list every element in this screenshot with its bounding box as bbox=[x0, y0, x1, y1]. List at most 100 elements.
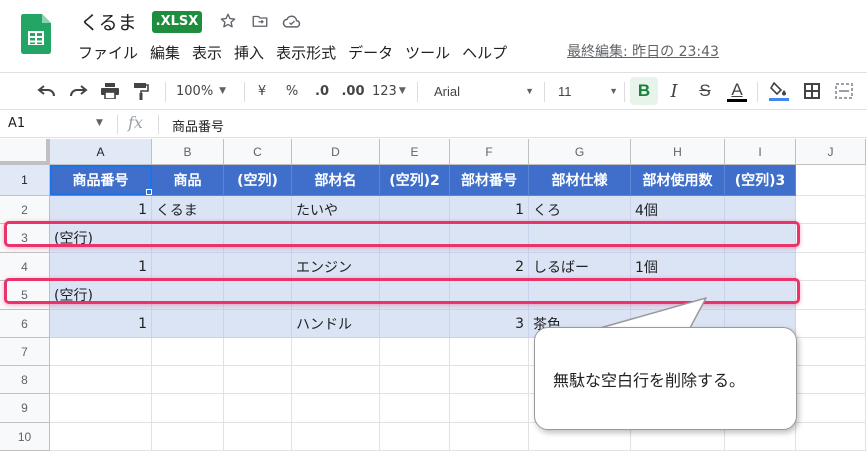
table-cell[interactable]: くるま bbox=[152, 196, 224, 224]
grid-cell[interactable] bbox=[796, 366, 866, 394]
table-cell[interactable]: たいや bbox=[292, 196, 380, 224]
menu-edit[interactable]: 編集 bbox=[144, 42, 186, 64]
empty-row-cell[interactable] bbox=[725, 224, 796, 253]
grid-cell[interactable] bbox=[796, 338, 866, 366]
column-header-e[interactable]: E bbox=[380, 139, 450, 165]
grid-cell[interactable] bbox=[796, 423, 866, 451]
table-header-cell[interactable]: 部材名 bbox=[292, 165, 380, 196]
bold-button[interactable]: B bbox=[630, 77, 658, 105]
empty-row-cell[interactable] bbox=[529, 224, 631, 253]
column-header-j[interactable]: J bbox=[796, 139, 866, 165]
grid-cell[interactable] bbox=[450, 366, 529, 394]
grid-cell[interactable] bbox=[796, 196, 866, 224]
table-cell[interactable] bbox=[152, 310, 224, 338]
grid-cell[interactable] bbox=[292, 423, 380, 451]
percent-format-button[interactable]: % bbox=[282, 79, 302, 103]
grid-cell[interactable] bbox=[450, 423, 529, 451]
table-header-cell[interactable]: 商品 bbox=[152, 165, 224, 196]
decrease-decimal-button[interactable]: .0 bbox=[310, 79, 334, 103]
empty-row-cell[interactable] bbox=[380, 281, 450, 310]
grid-cell[interactable] bbox=[224, 366, 292, 394]
table-cell[interactable]: しるばー bbox=[529, 253, 631, 281]
table-cell[interactable] bbox=[725, 196, 796, 224]
empty-row-cell[interactable] bbox=[292, 281, 380, 310]
menu-file[interactable]: ファイル bbox=[72, 42, 144, 64]
empty-row-cell[interactable]: (空行) bbox=[50, 224, 152, 253]
grid-cell[interactable] bbox=[292, 338, 380, 366]
table-cell[interactable] bbox=[380, 310, 450, 338]
fill-color-icon[interactable] bbox=[767, 79, 791, 103]
merge-icon[interactable] bbox=[832, 79, 856, 103]
table-cell[interactable]: 1 bbox=[450, 196, 529, 224]
table-cell[interactable] bbox=[380, 253, 450, 281]
row-header-8[interactable]: 8 bbox=[0, 366, 50, 394]
undo-icon[interactable] bbox=[34, 79, 60, 103]
cloud-saved-icon[interactable] bbox=[281, 10, 303, 32]
grid-cell[interactable] bbox=[50, 394, 152, 423]
empty-row-cell[interactable] bbox=[152, 224, 224, 253]
strikethrough-button[interactable]: S bbox=[694, 79, 716, 103]
document-title[interactable]: くるま bbox=[80, 8, 137, 35]
table-header-cell[interactable]: 部材使用数 bbox=[631, 165, 725, 196]
column-header-f[interactable]: F bbox=[450, 139, 529, 165]
row-header-5[interactable]: 5 bbox=[0, 281, 50, 310]
text-color-button[interactable]: A bbox=[725, 79, 749, 103]
table-cell[interactable]: ハンドル bbox=[292, 310, 380, 338]
empty-row-cell[interactable] bbox=[450, 281, 529, 310]
empty-row-cell[interactable]: (空行) bbox=[50, 281, 152, 310]
column-header-d[interactable]: D bbox=[292, 139, 380, 165]
increase-decimal-button[interactable]: .00 bbox=[340, 79, 366, 103]
column-header-c[interactable]: C bbox=[224, 139, 292, 165]
grid-cell[interactable] bbox=[380, 366, 450, 394]
empty-row-cell[interactable] bbox=[725, 281, 796, 310]
redo-icon[interactable] bbox=[65, 79, 91, 103]
row-header-10[interactable]: 10 bbox=[0, 423, 50, 451]
menu-tools[interactable]: ツール bbox=[399, 42, 456, 64]
table-cell[interactable] bbox=[224, 310, 292, 338]
column-header-a[interactable]: A bbox=[50, 139, 152, 165]
empty-row-cell[interactable] bbox=[450, 224, 529, 253]
move-to-folder-icon[interactable] bbox=[249, 10, 271, 32]
table-cell[interactable]: 1 bbox=[50, 310, 152, 338]
table-cell[interactable]: くろ bbox=[529, 196, 631, 224]
fill-handle[interactable] bbox=[146, 189, 152, 195]
sheets-logo-icon[interactable] bbox=[21, 14, 51, 54]
grid-cell[interactable] bbox=[292, 366, 380, 394]
grid-cell[interactable] bbox=[50, 423, 152, 451]
grid-cell[interactable] bbox=[380, 394, 450, 423]
paint-format-icon[interactable] bbox=[128, 79, 154, 103]
more-formats-select[interactable]: 123 ▼ bbox=[372, 79, 408, 103]
row-header-7[interactable]: 7 bbox=[0, 338, 50, 366]
table-cell[interactable]: 1 bbox=[50, 196, 152, 224]
table-cell[interactable] bbox=[224, 253, 292, 281]
grid-cell[interactable] bbox=[796, 281, 866, 310]
column-header-i[interactable]: I bbox=[725, 139, 796, 165]
grid-cell[interactable] bbox=[380, 338, 450, 366]
empty-row-cell[interactable] bbox=[529, 281, 631, 310]
table-cell[interactable]: 2 bbox=[450, 253, 529, 281]
select-all-corner[interactable] bbox=[0, 139, 50, 165]
font-select[interactable]: Arial ▼ bbox=[434, 79, 534, 103]
grid-cell[interactable] bbox=[380, 423, 450, 451]
grid-cell[interactable] bbox=[152, 338, 224, 366]
grid-cell[interactable] bbox=[152, 394, 224, 423]
row-header-6[interactable]: 6 bbox=[0, 310, 50, 338]
grid-cell[interactable] bbox=[224, 423, 292, 451]
menu-data[interactable]: データ bbox=[342, 42, 399, 64]
font-size-select[interactable]: 11 ▼ bbox=[558, 79, 618, 103]
row-header-4[interactable]: 4 bbox=[0, 253, 50, 281]
name-box[interactable]: A1 bbox=[8, 116, 25, 131]
table-cell[interactable]: 1 bbox=[50, 253, 152, 281]
menu-format[interactable]: 表示形式 bbox=[270, 42, 342, 64]
grid-cell[interactable] bbox=[224, 394, 292, 423]
menu-help[interactable]: ヘルプ bbox=[456, 42, 513, 64]
row-header-3[interactable]: 3 bbox=[0, 224, 50, 253]
table-cell[interactable] bbox=[380, 196, 450, 224]
table-cell[interactable]: 1個 bbox=[631, 253, 725, 281]
zoom-select[interactable]: 100% ▼ bbox=[176, 79, 236, 103]
grid-cell[interactable] bbox=[796, 224, 866, 253]
print-icon[interactable] bbox=[97, 79, 123, 103]
grid-cell[interactable] bbox=[152, 423, 224, 451]
column-header-b[interactable]: B bbox=[152, 139, 224, 165]
table-cell[interactable] bbox=[725, 253, 796, 281]
